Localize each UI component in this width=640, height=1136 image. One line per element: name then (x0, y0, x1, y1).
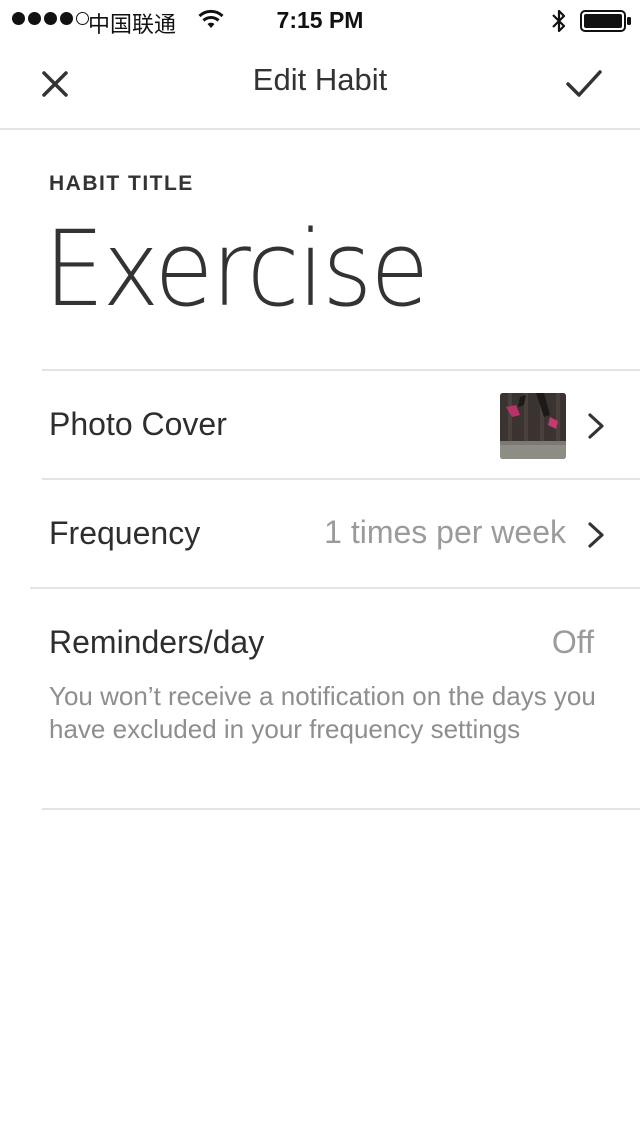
status-bar: 中国联通 7:15 PM (0, 0, 640, 40)
habit-title-label: HABIT TITLE (49, 172, 194, 195)
chevron-right-icon (588, 522, 604, 548)
photo-cover-thumbnail[interactable] (500, 393, 566, 459)
reminders-note: You won’t receive a notification on the … (49, 681, 596, 744)
frequency-value: 1 times per week (324, 514, 566, 550)
reminders-label: Reminders/day (49, 624, 265, 660)
habit-title-input[interactable]: Exercise (44, 208, 429, 330)
reminders-value[interactable]: Off (552, 624, 594, 661)
divider (42, 369, 640, 371)
chevron-right-icon (588, 413, 604, 439)
status-time: 7:15 PM (276, 7, 364, 33)
page-title: Edit Habit (252, 62, 388, 97)
checkmark-icon[interactable] (564, 66, 604, 102)
photo-cover-label: Photo Cover (49, 406, 227, 442)
frequency-label: Frequency (49, 515, 201, 551)
bluetooth-icon (552, 9, 566, 33)
divider (42, 808, 640, 810)
navigation-bar: Edit Habit (0, 40, 640, 130)
divider (30, 587, 640, 589)
edit-habit-screen: 中国联通 7:15 PM Edit Habit HABIT TITLE Exer… (0, 0, 640, 1136)
divider (42, 478, 640, 480)
battery-icon (580, 10, 631, 32)
